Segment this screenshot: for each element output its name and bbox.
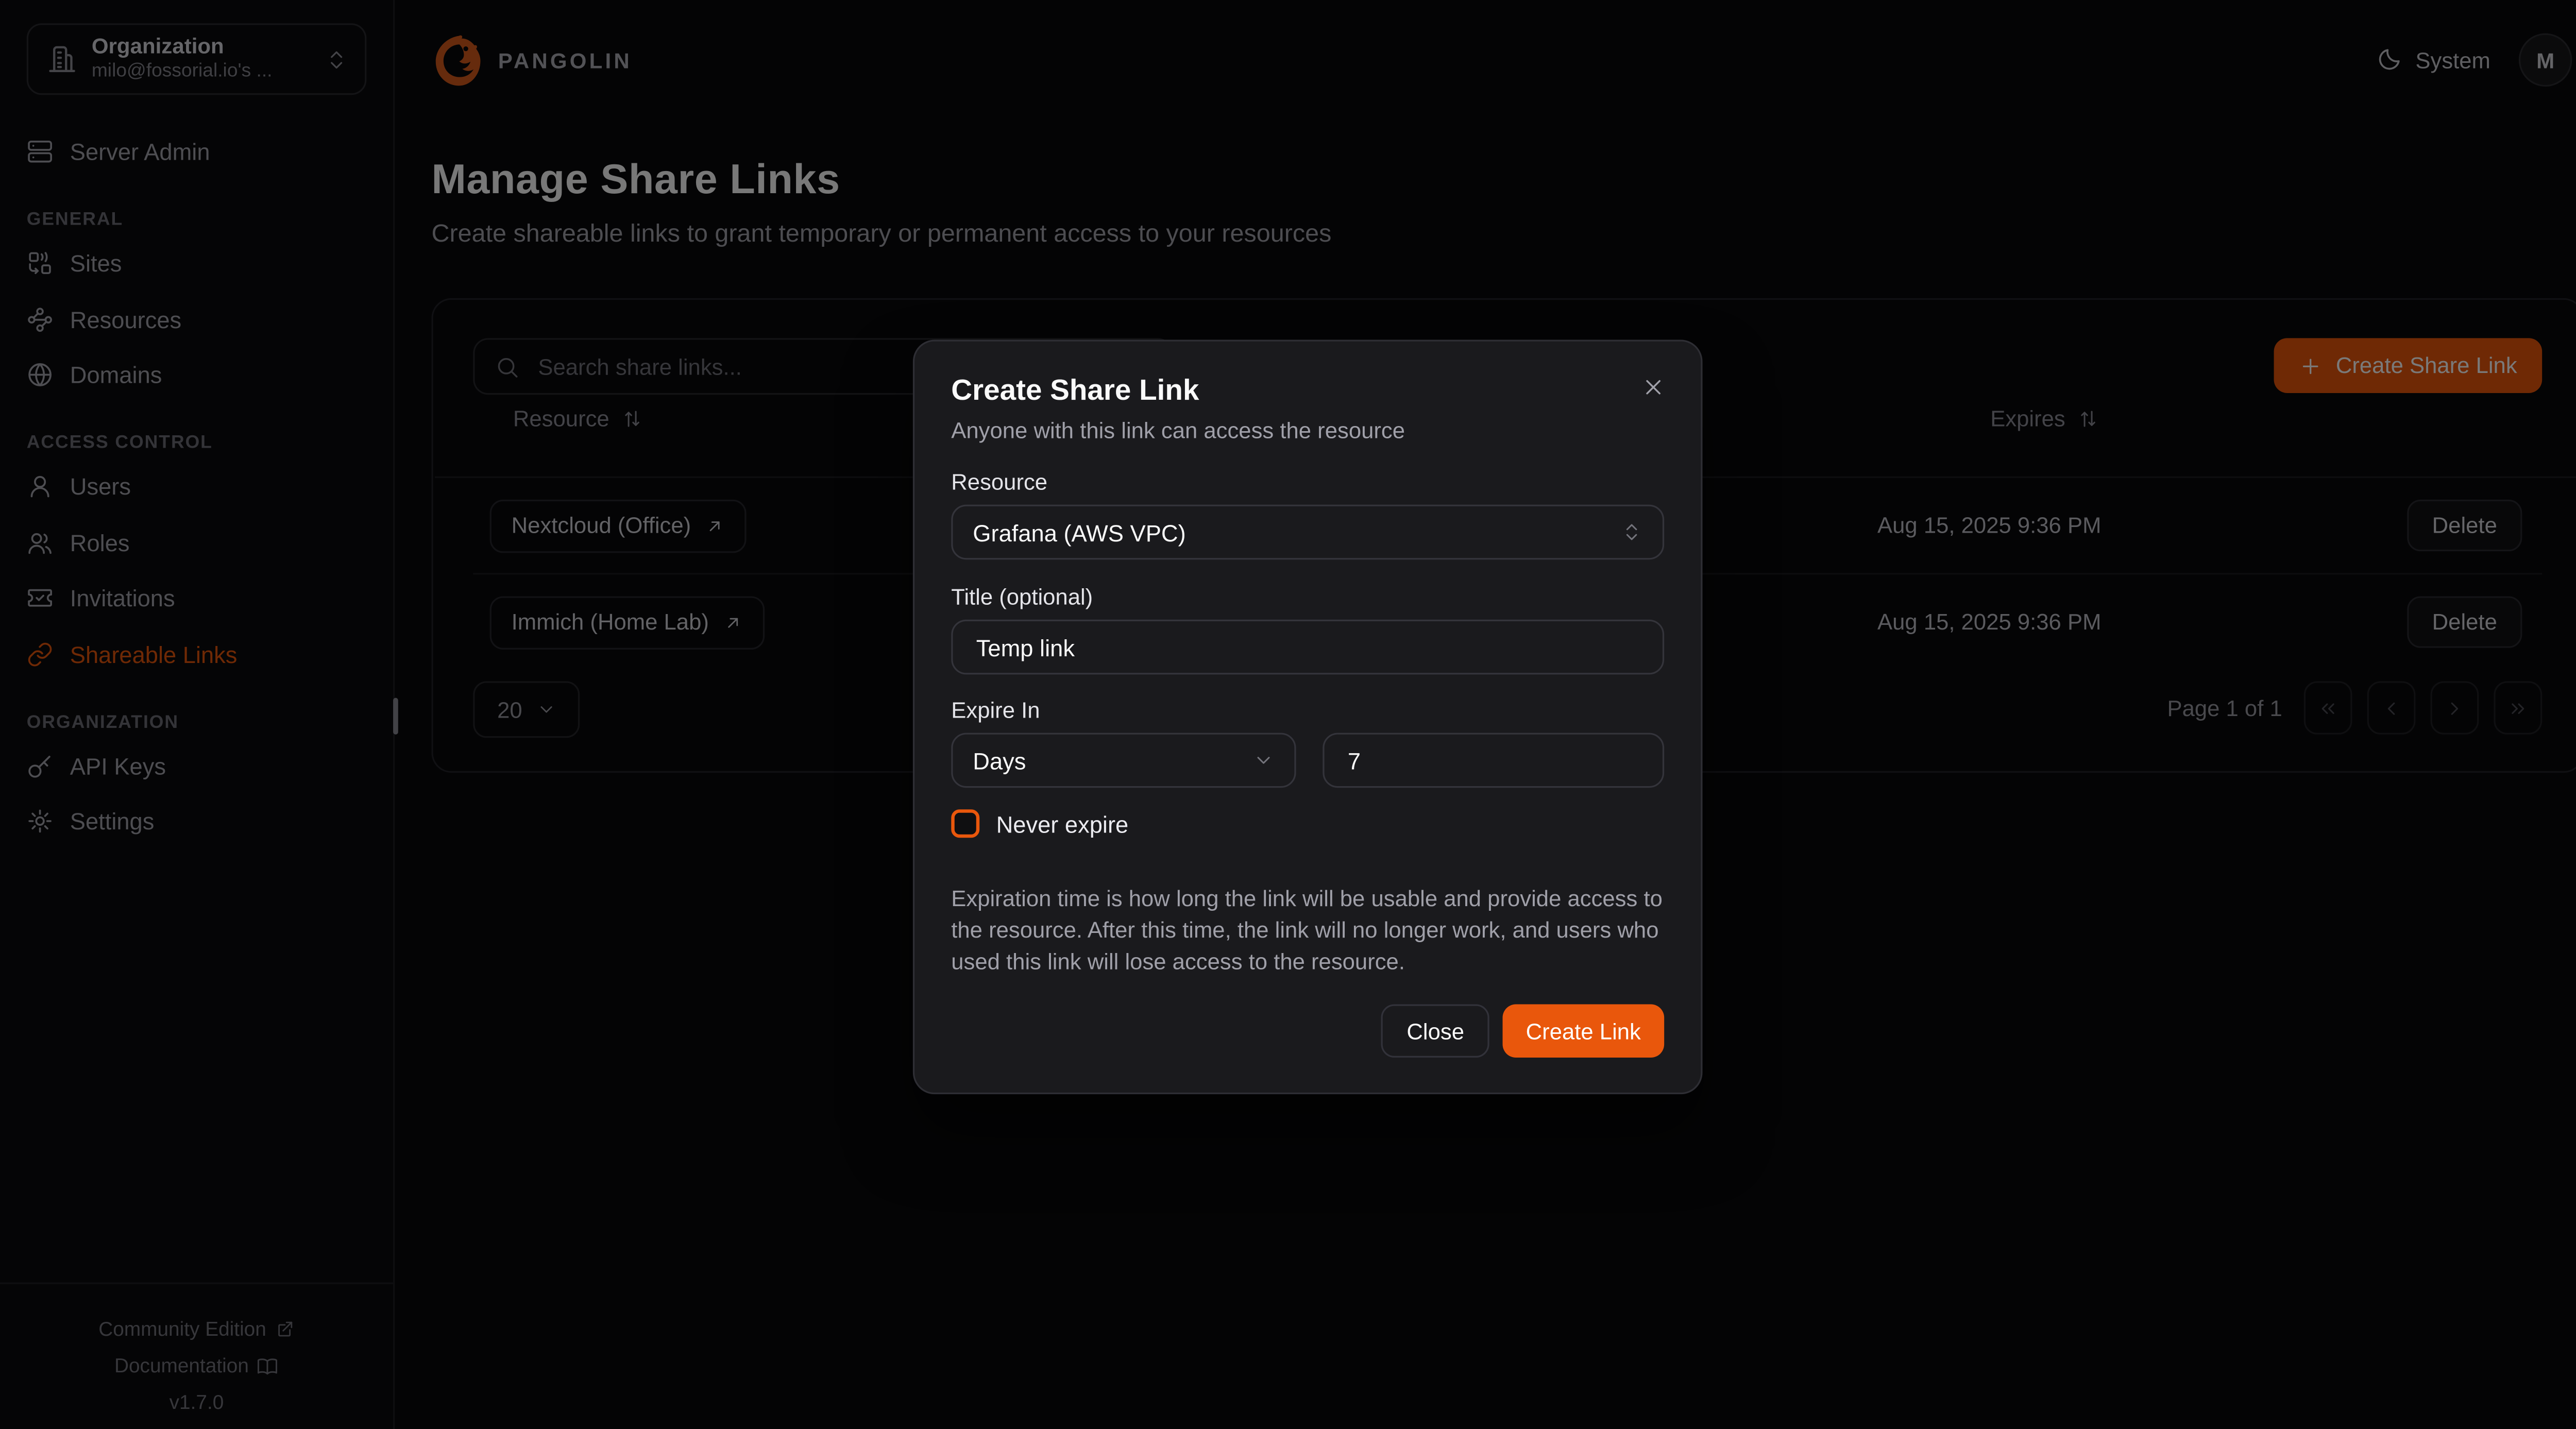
expire-unit-select[interactable]: Days	[951, 733, 1296, 788]
app-root: Organization milo@fossorial.io's ... Ser…	[0, 0, 2576, 1429]
title-label: Title (optional)	[951, 585, 1093, 609]
resource-label: Resource	[951, 470, 1047, 495]
title-input[interactable]	[973, 632, 1642, 662]
close-button[interactable]: Close	[1382, 1005, 1489, 1058]
expire-value-input[interactable]	[1344, 745, 1642, 775]
create-link-button[interactable]: Create Link	[1502, 1005, 1664, 1058]
chevron-down-icon	[1253, 750, 1275, 771]
resource-select[interactable]: Grafana (AWS VPC)	[951, 505, 1664, 560]
modal-subtitle: Anyone with this link can access the res…	[951, 418, 1405, 443]
expire-in-label: Expire In	[951, 698, 1040, 723]
chevrons-up-down-icon	[1621, 521, 1642, 543]
never-expire-label: Never expire	[996, 810, 1129, 837]
create-share-link-modal: Create Share Link Anyone with this link …	[913, 340, 1703, 1095]
modal-title: Create Share Link	[951, 373, 1199, 408]
close-icon[interactable]	[1633, 366, 1673, 406]
never-expire-checkbox[interactable]	[951, 809, 979, 838]
expiration-help-text: Expiration time is how long the link wil…	[951, 882, 1667, 978]
